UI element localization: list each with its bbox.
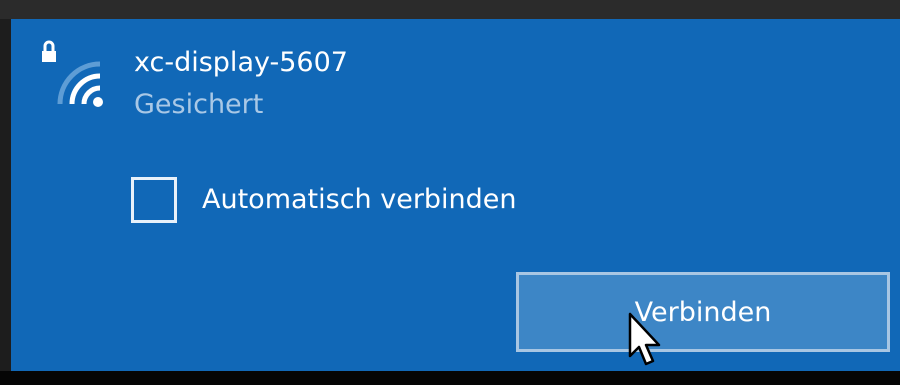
network-item-panel[interactable]: xc-display-5607 Gesichert Automatisch ve… [11, 19, 900, 371]
network-name: xc-display-5607 [134, 47, 348, 78]
wifi-secured-icon [42, 40, 103, 107]
bottom-border [0, 371, 900, 385]
mouse-cursor-icon [628, 312, 661, 366]
connect-button[interactable]: Verbinden [516, 272, 890, 352]
auto-connect-label: Automatisch verbinden [202, 184, 517, 215]
left-border [0, 19, 11, 371]
network-security-status: Gesichert [134, 89, 264, 120]
auto-connect-checkbox-row[interactable]: Automatisch verbinden [131, 175, 517, 225]
top-border [0, 0, 900, 19]
auto-connect-checkbox[interactable] [131, 177, 177, 223]
